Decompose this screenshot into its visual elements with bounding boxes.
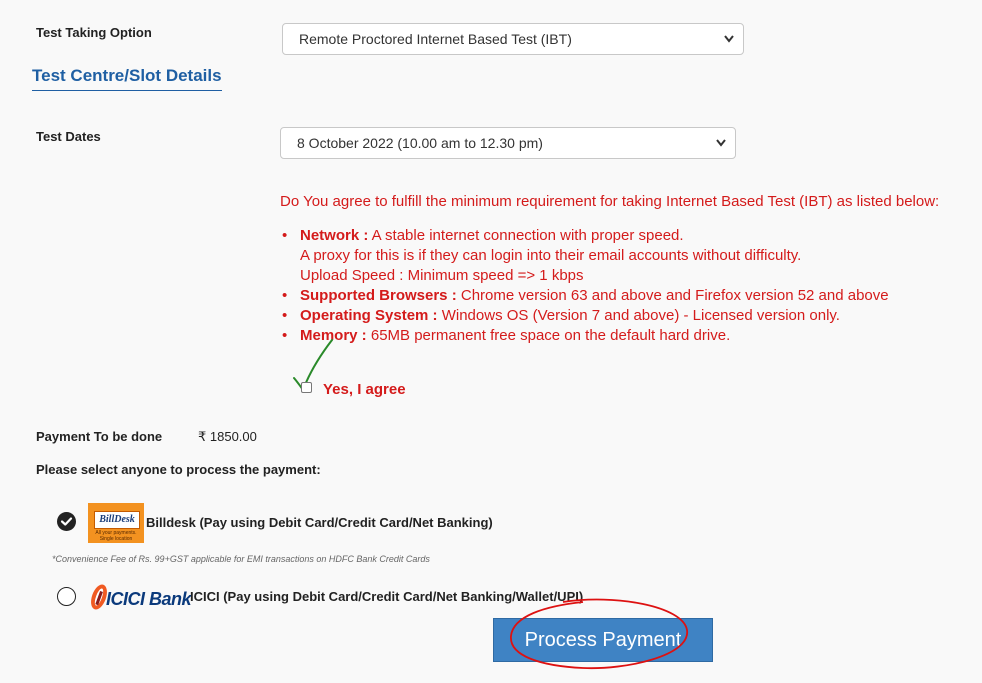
- test-dates-label: Test Dates: [36, 129, 101, 144]
- test-dates-value: 8 October 2022 (10.00 am to 12.30 pm): [297, 135, 543, 151]
- requirement-network: • Network : A stable internet connection…: [282, 227, 802, 284]
- icici-logo-text: ICICI Bank: [106, 589, 192, 609]
- requirement-os: • Operating System : Windows OS (Version…: [282, 307, 840, 324]
- billdesk-logo-text: BillDesk: [94, 511, 140, 529]
- requirement-text: A proxy for this is if they can login in…: [300, 247, 802, 264]
- requirements-intro: Do You agree to fulfill the minimum requ…: [280, 193, 940, 210]
- convenience-fee-note: *Convenience Fee of Rs. 99+GST applicabl…: [52, 554, 430, 564]
- requirement-title: Supported Browsers :: [300, 287, 457, 304]
- test-taking-select[interactable]: Remote Proctored Internet Based Test (IB…: [282, 23, 744, 55]
- test-taking-label: Test Taking Option: [36, 25, 152, 40]
- billdesk-radio[interactable]: [57, 512, 76, 531]
- icici-logo[interactable]: ICICI Bank: [88, 580, 192, 614]
- requirement-text: A stable internet connection with proper…: [368, 227, 684, 244]
- icici-radio[interactable]: [57, 587, 76, 606]
- requirement-text: Windows OS (Version 7 and above) - Licen…: [437, 307, 840, 324]
- requirement-title: Network :: [300, 227, 369, 244]
- section-title: Test Centre/Slot Details: [32, 66, 222, 91]
- billdesk-logo[interactable]: BillDesk All your payments. Single locat…: [88, 503, 144, 543]
- requirements-list: • Network : A stable internet connection…: [280, 226, 889, 346]
- test-taking-value: Remote Proctored Internet Based Test (IB…: [299, 31, 572, 47]
- checkmark-icon: [60, 517, 73, 526]
- payment-select-message: Please select anyone to process the paym…: [36, 462, 321, 477]
- chevron-down-icon: [715, 128, 727, 170]
- payment-label: Payment To be done: [36, 429, 163, 444]
- requirement-memory: • Memory : 65MB permanent free space on …: [282, 327, 731, 344]
- test-dates-select[interactable]: 8 October 2022 (10.00 am to 12.30 pm): [280, 127, 736, 159]
- agree-checkbox[interactable]: [301, 382, 312, 393]
- requirement-text: Chrome version 63 and above and Firefox …: [456, 287, 889, 304]
- requirement-text: Upload Speed : Minimum speed => 1 kbps: [300, 267, 584, 284]
- requirement-text: 65MB permanent free space on the default…: [366, 327, 731, 344]
- billdesk-logo-tagline: All your payments. Single location: [95, 530, 137, 542]
- billdesk-option-label[interactable]: Billdesk (Pay using Debit Card/Credit Ca…: [146, 515, 493, 530]
- chevron-down-icon: [723, 24, 735, 66]
- payment-amount: ₹ 1850.00: [198, 429, 257, 444]
- requirement-browsers: • Supported Browsers : Chrome version 63…: [282, 287, 889, 304]
- red-circle-annotation-icon: [510, 598, 688, 670]
- requirement-title: Operating System :: [300, 307, 438, 324]
- agree-label[interactable]: Yes, I agree: [323, 381, 406, 398]
